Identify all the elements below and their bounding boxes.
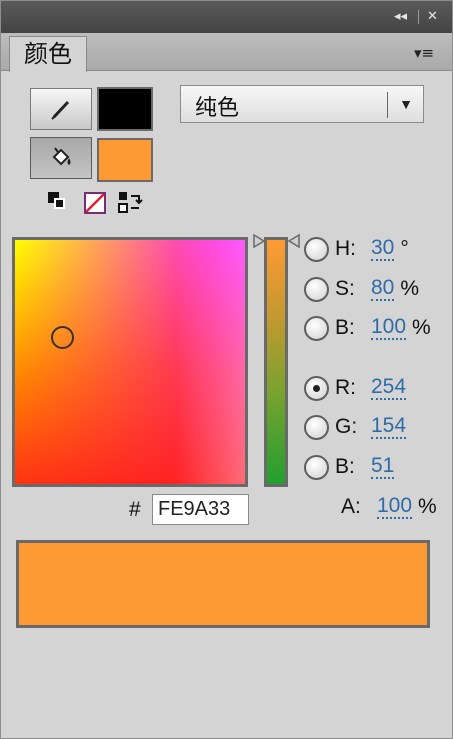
channel-value-r[interactable]: 254 [371,376,407,400]
channel-label-r: R: [335,376,356,399]
channel-value-h[interactable]: 30 [371,237,395,261]
stroke-color-button[interactable] [30,88,92,130]
pencil-icon [51,100,70,120]
dropdown-divider [387,92,388,118]
tab-color[interactable]: 颜色 [9,36,87,72]
paint-bucket-icon [52,147,71,166]
channel-row-b: B: 100 % [304,313,431,343]
channel-label-b: B: [335,316,355,339]
radio-s[interactable] [304,276,329,302]
channel-label-a: A: [341,495,361,518]
brightness-slider[interactable] [264,237,288,487]
fill-color-button[interactable] [30,137,92,179]
default-colors-icon[interactable] [46,190,68,212]
channel-value-blue[interactable]: 51 [371,455,395,479]
channel-unit-a: % [418,495,437,518]
color-panel: ◂◂ ✕ 颜色 ▾≡ 纯色 ▼ H: 30 ° S: 80 % B: 100 %… [0,0,453,739]
channel-label-g: G: [335,415,358,438]
channel-row-blue: B: 51 [304,452,395,482]
channel-label-h: H: [335,237,356,260]
fill-type-value: 纯色 [195,96,240,121]
channel-label-blue: B: [335,455,355,478]
radio-b[interactable] [304,315,329,341]
panel-titlebar: ◂◂ ✕ [1,1,452,33]
channel-value-b[interactable]: 100 [371,316,407,340]
color-picker-cursor[interactable] [51,326,74,349]
channel-label-s: S: [335,277,355,300]
panel-menu-icon[interactable]: ▾≡ [406,41,442,65]
color-picker-field[interactable] [12,237,248,487]
stroke-color-swatch[interactable] [97,87,153,131]
chevron-down-icon: ▼ [399,96,413,112]
radio-r[interactable] [304,375,329,401]
channel-value-g[interactable]: 154 [371,415,407,439]
channel-row-h: H: 30 ° [304,234,409,264]
fill-color-swatch[interactable] [97,138,153,182]
color-preview-swatch [16,540,430,628]
channel-row-a: A: 100 % [335,492,437,522]
channel-unit-b: % [412,316,431,339]
close-icon[interactable]: ✕ [427,9,438,25]
radio-blue[interactable] [304,454,329,480]
channel-value-s[interactable]: 80 [371,277,395,301]
collapse-icon[interactable]: ◂◂ [394,9,407,25]
titlebar-divider [418,10,419,24]
channel-unit-h: ° [400,237,409,260]
channel-value-a[interactable]: 100 [377,495,413,519]
channel-row-g: G: 154 [304,412,407,442]
channel-row-s: S: 80 % [304,274,419,304]
channel-row-r: R: 254 [304,373,407,403]
hex-color-input[interactable]: FE9A33 [152,494,249,525]
no-color-icon[interactable] [84,192,106,214]
swap-colors-icon[interactable] [117,190,143,213]
radio-h[interactable] [304,236,329,262]
channel-unit-s: % [400,277,420,300]
radio-g[interactable] [304,414,329,440]
hex-hash-label: # [129,498,141,521]
fill-type-select[interactable]: 纯色 ▼ [180,85,424,123]
